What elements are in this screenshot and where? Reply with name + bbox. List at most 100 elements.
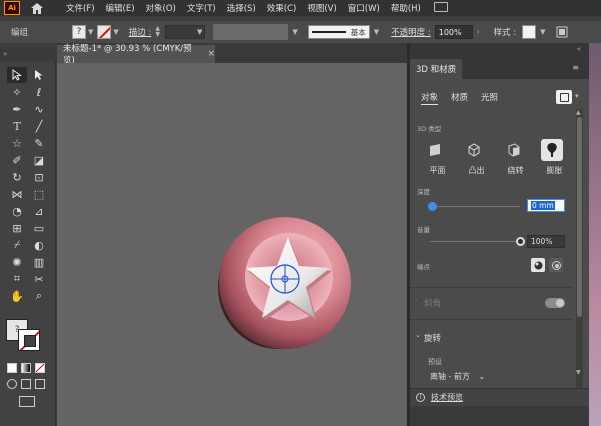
stroke-stepper-icon[interactable]: ▲ ▼ <box>155 26 163 38</box>
tab-object[interactable]: 对象 <box>421 91 439 105</box>
opacity-input[interactable]: 100% <box>434 25 473 39</box>
preset-dropdown[interactable]: 离轴 - 前方 ⌄ <box>430 371 485 382</box>
stroke-dropdown-icon[interactable]: ▼ <box>113 28 118 36</box>
depth-input[interactable]: 0 mm <box>527 199 565 212</box>
symbol-sprayer-tool-icon[interactable]: ✺ <box>7 254 27 270</box>
depth-slider-track[interactable] <box>430 206 520 207</box>
cap-on-icon[interactable] <box>531 258 545 272</box>
zoom-tool-icon[interactable]: ⌕ <box>29 288 49 304</box>
screen-mode-icon[interactable] <box>19 396 35 407</box>
artboard-tool-icon[interactable]: ⌗ <box>7 271 27 287</box>
lasso-tool-icon[interactable]: ℓ <box>29 84 49 100</box>
variable-width-field[interactable] <box>213 24 289 40</box>
panel-title-tab[interactable]: 3D 和材质 <box>410 59 462 79</box>
home-icon[interactable] <box>30 1 44 15</box>
stroke-weight-input[interactable]: ▼ <box>165 25 206 39</box>
fill-dropdown-icon[interactable]: ▼ <box>88 28 93 36</box>
blend-tool-icon[interactable]: ◐ <box>29 237 49 253</box>
opacity-dropdown-icon[interactable]: › <box>477 28 480 36</box>
inflate-type-icon[interactable] <box>541 139 563 161</box>
draw-inside-icon[interactable] <box>35 379 45 389</box>
toolbar-header[interactable]: » <box>0 49 56 61</box>
slice-tool-icon[interactable]: ✂ <box>29 271 49 287</box>
hand-tool-icon[interactable]: ✋ <box>7 288 27 304</box>
fill-swatch[interactable]: ? <box>72 25 87 39</box>
rotate-tool-icon[interactable]: ↻ <box>7 169 27 185</box>
fill-stroke-control[interactable]: ? <box>6 319 48 351</box>
style-dropdown-icon[interactable]: ▼ <box>540 28 545 36</box>
workspace-icon[interactable] <box>433 2 448 12</box>
variable-width-dropdown-icon[interactable]: ▼ <box>292 28 297 36</box>
gradient-tool-icon[interactable]: ▭ <box>29 220 49 236</box>
flat-type-icon[interactable] <box>424 139 446 161</box>
bevel-toggle[interactable] <box>545 298 565 308</box>
eraser-tool-icon[interactable]: ◪ <box>29 152 49 168</box>
type-tool-icon[interactable]: T <box>7 118 27 134</box>
rotation-collapse-icon[interactable]: ⌄ <box>415 331 421 339</box>
volume-slider-track[interactable] <box>430 241 520 242</box>
line-tool-icon[interactable]: ╱ <box>29 118 49 134</box>
canvas[interactable] <box>57 63 407 426</box>
free-transform-tool-icon[interactable]: ⬚ <box>29 186 49 202</box>
opacity-label[interactable]: 不透明度 : <box>391 26 431 38</box>
width-tool-icon[interactable]: ⋈ <box>7 186 27 202</box>
stroke-box[interactable] <box>18 329 40 351</box>
render-dropdown-icon[interactable]: ▾ <box>575 92 579 100</box>
direct-selection-tool-icon[interactable] <box>29 67 49 83</box>
menu-effect[interactable]: 效果(C) <box>267 2 297 14</box>
star-tool-icon[interactable]: ☆ <box>7 135 27 151</box>
render-icon[interactable] <box>556 90 572 104</box>
brush-definition-dropdown[interactable]: 基本 <box>307 25 370 39</box>
tab-lighting[interactable]: 光照 <box>481 91 498 105</box>
panel-scroll-thumb[interactable] <box>577 117 582 317</box>
scroll-down-icon[interactable]: ▼ <box>576 369 581 376</box>
revolve-type-icon[interactable] <box>502 139 524 161</box>
pen-tool-icon[interactable]: ✒ <box>7 101 27 117</box>
draw-behind-icon[interactable] <box>21 379 31 389</box>
menu-help[interactable]: 帮助(H) <box>391 2 421 14</box>
inflated-3d-artwork[interactable] <box>212 211 357 356</box>
menu-select[interactable]: 选择(S) <box>227 2 256 14</box>
bevel-expand-icon[interactable]: › <box>415 297 417 304</box>
none-mode-icon[interactable] <box>35 363 45 373</box>
graphic-style-swatch[interactable] <box>522 25 537 39</box>
scroll-up-icon[interactable]: ▲ <box>576 109 581 116</box>
perspective-grid-tool-icon[interactable]: ⊿ <box>29 203 49 219</box>
color-mode-icon[interactable] <box>7 363 17 373</box>
volume-slider-knob[interactable] <box>515 237 525 246</box>
magic-wand-tool-icon[interactable]: ✧ <box>7 84 27 100</box>
column-graph-tool-icon[interactable]: ▥ <box>29 254 49 270</box>
selection-tool-icon[interactable] <box>7 67 27 83</box>
document-setup-icon[interactable] <box>556 26 568 38</box>
stroke-label[interactable]: 描边 : <box>129 26 152 38</box>
draw-normal-icon[interactable] <box>7 379 17 389</box>
paintbrush-tool-icon[interactable]: ✎ <box>29 135 49 151</box>
rotation-title[interactable]: 旋转 <box>424 332 441 344</box>
depth-slider-knob[interactable] <box>427 202 437 211</box>
close-tab-icon[interactable]: × <box>207 49 215 59</box>
menu-file[interactable]: 文件(F) <box>66 2 95 14</box>
mesh-tool-icon[interactable]: ⊞ <box>7 220 27 236</box>
stroke-swatch[interactable] <box>97 25 112 39</box>
volume-input[interactable]: 100% <box>527 235 565 248</box>
shape-builder-tool-icon[interactable]: ◔ <box>7 203 27 219</box>
menu-type[interactable]: 文字(T) <box>187 2 216 14</box>
document-tab[interactable]: 未标题-1* @ 30.93 % (CMYK/预览) × <box>57 44 215 66</box>
gradient-mode-icon[interactable] <box>21 363 31 373</box>
menu-edit[interactable]: 编辑(E) <box>106 2 135 14</box>
brush-dropdown-icon[interactable]: ▼ <box>374 28 379 36</box>
curvature-tool-icon[interactable]: ∿ <box>29 101 49 117</box>
tech-preview-link[interactable]: 技术预览 <box>431 392 463 403</box>
menu-window[interactable]: 窗口(W) <box>348 2 380 14</box>
collapse-toolbar-icon[interactable]: » <box>3 50 7 58</box>
tab-materials[interactable]: 材质 <box>451 91 468 105</box>
cap-off-icon[interactable] <box>549 258 563 272</box>
extrude-type-icon[interactable] <box>463 139 485 161</box>
eyedropper-tool-icon[interactable]: ⌿ <box>7 237 27 253</box>
menu-view[interactable]: 视图(V) <box>307 2 336 14</box>
collapse-panel-icon[interactable]: « <box>577 45 581 53</box>
menu-object[interactable]: 对象(O) <box>146 2 176 14</box>
panel-header[interactable]: « <box>410 43 589 57</box>
scale-tool-icon[interactable]: ⊡ <box>29 169 49 185</box>
shaper-tool-icon[interactable]: ✐ <box>7 152 27 168</box>
